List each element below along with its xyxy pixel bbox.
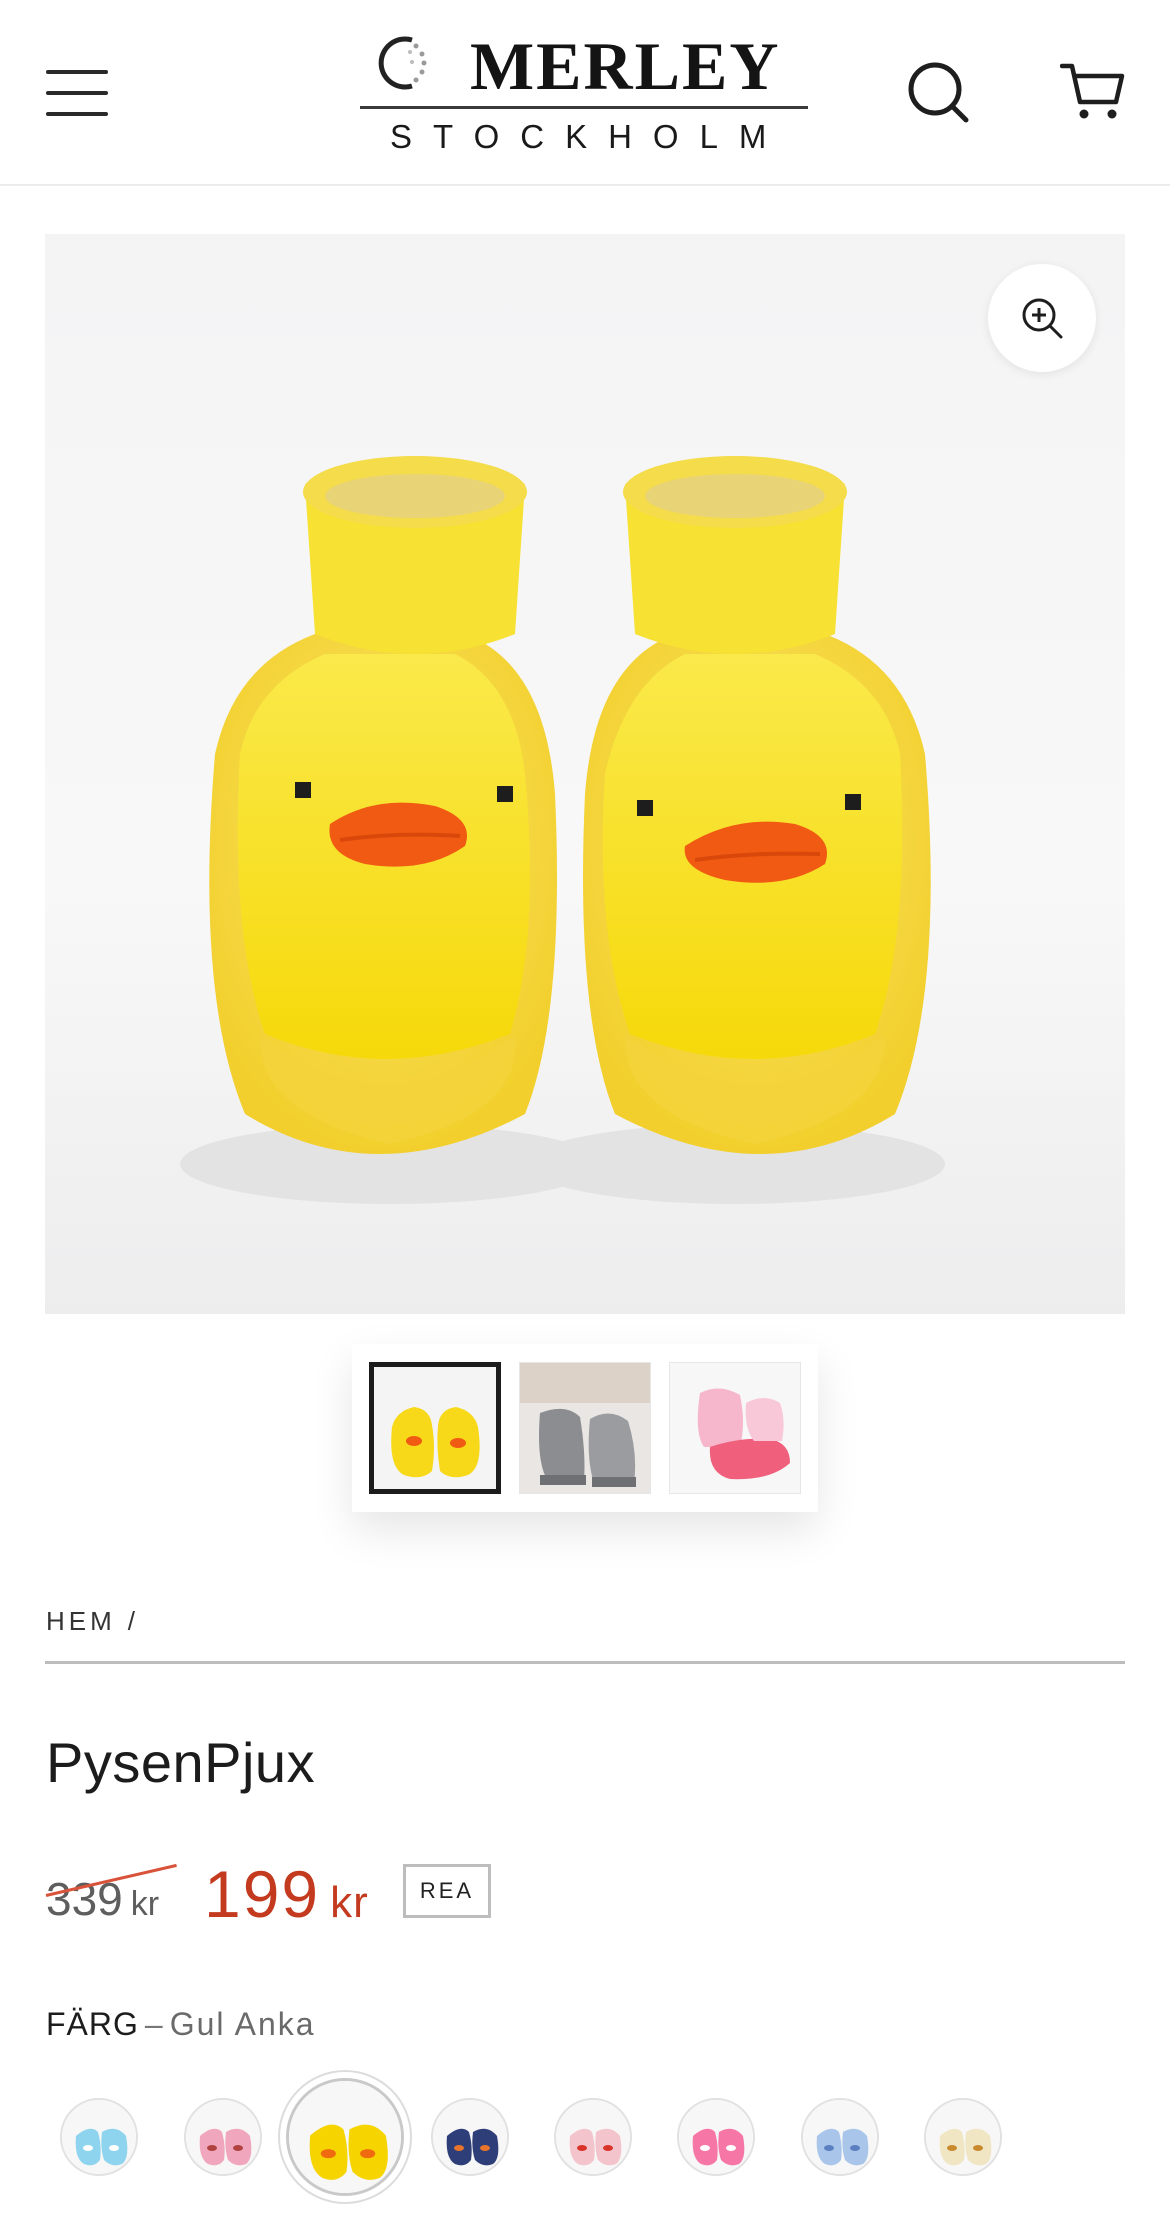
brand-logo[interactable]: MERLEY STOCKHOLM xyxy=(358,26,808,156)
color-option-label: FÄRG – Gul Anka xyxy=(46,2006,316,2043)
price-row: 339 kr 199 kr REA xyxy=(45,1857,746,1932)
color-swatch[interactable] xyxy=(924,2098,1002,2176)
thumbnail-pink[interactable] xyxy=(669,1362,801,1494)
color-swatch[interactable] xyxy=(431,2098,509,2176)
logo-wreath-icon xyxy=(378,36,427,90)
color-swatch[interactable] xyxy=(286,2078,404,2196)
color-swatch[interactable] xyxy=(184,2098,262,2176)
product-title: PysenPjux xyxy=(46,1731,316,1794)
sale-price-currency: kr xyxy=(330,1878,369,1927)
menu-bar xyxy=(46,91,108,95)
color-swatch-list xyxy=(60,2078,1120,2198)
breadcrumb: HEM / xyxy=(46,1606,139,1637)
swatch-image xyxy=(433,2100,507,2174)
zoom-button[interactable] xyxy=(988,264,1096,372)
sale-price: 199 kr xyxy=(204,1856,369,1932)
swatch-image xyxy=(186,2100,260,2174)
swatch-image xyxy=(679,2100,753,2174)
brand-city: STOCKHOLM xyxy=(390,118,788,155)
zoom-in-icon xyxy=(1022,298,1063,339)
swatch-image xyxy=(289,2081,401,2193)
color-label-name: FÄRG xyxy=(46,2006,139,2042)
old-price-currency: kr xyxy=(130,1885,160,1923)
swatch-image xyxy=(803,2100,877,2174)
menu-bar xyxy=(46,70,108,74)
sale-price-amount: 199 xyxy=(204,1857,321,1931)
color-swatch[interactable] xyxy=(60,2098,138,2176)
thumbnail-image xyxy=(374,1367,496,1489)
thumbnail-grey-worn[interactable] xyxy=(519,1362,651,1494)
thumbnail-image xyxy=(670,1363,800,1493)
hamburger-icon[interactable] xyxy=(46,70,108,116)
menu-bar xyxy=(46,112,108,116)
thumbnail-image xyxy=(520,1363,650,1493)
logo-rule xyxy=(360,106,808,109)
site-header: MERLEY STOCKHOLM xyxy=(0,0,1170,186)
color-swatch[interactable] xyxy=(677,2098,755,2176)
thumbnail-strip xyxy=(352,1344,818,1512)
color-swatch[interactable] xyxy=(801,2098,879,2176)
selected-color-value: Gul Anka xyxy=(169,2006,316,2042)
swatch-image xyxy=(926,2100,1000,2174)
product-main-image[interactable] xyxy=(45,234,1125,1314)
duck-shoes-illustration xyxy=(180,456,945,1204)
swatch-image xyxy=(62,2100,136,2174)
color-swatch[interactable] xyxy=(554,2098,632,2176)
cart-icon[interactable] xyxy=(1060,60,1126,124)
breadcrumb-home-link[interactable]: HEM xyxy=(46,1606,116,1637)
swatch-image xyxy=(556,2100,630,2174)
brand-name: MERLEY xyxy=(470,28,781,104)
sale-badge: REA xyxy=(403,1864,491,1918)
section-divider xyxy=(45,1661,1125,1664)
thumbnail-yellow-duck[interactable] xyxy=(369,1362,501,1494)
search-icon[interactable] xyxy=(906,60,972,126)
breadcrumb-separator: / xyxy=(127,1606,140,1636)
color-label-dash: – xyxy=(144,2006,164,2042)
